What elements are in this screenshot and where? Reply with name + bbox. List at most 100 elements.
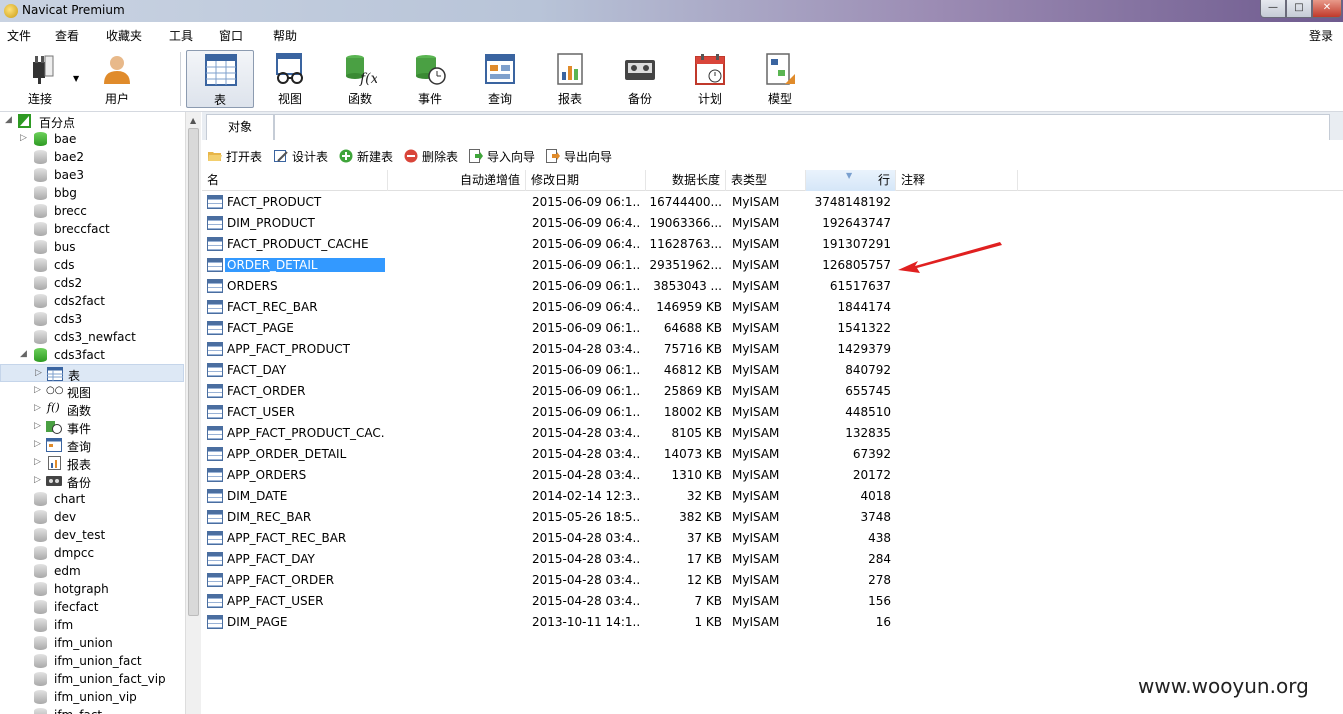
- tree-root-connection[interactable]: ◢ 百分点: [0, 112, 184, 130]
- tree-db-item[interactable]: ifm: [0, 616, 184, 634]
- menu-file[interactable]: 文件: [7, 27, 31, 44]
- expand-triangle-icon[interactable]: ▷: [34, 385, 41, 395]
- view-toolbar-button[interactable]: 视图: [256, 50, 324, 108]
- table-row[interactable]: APP_FACT_REC_BAR 2015-04-28 03:4... 37 KB M…: [202, 528, 1102, 549]
- expand-triangle-icon[interactable]: ▷: [34, 475, 41, 485]
- model-toolbar-button[interactable]: 模型: [746, 50, 814, 108]
- tree-db-item[interactable]: dmpcc: [0, 544, 184, 562]
- table-row[interactable]: APP_FACT_PRODUCT 2015-04-28 03:4... 75716 …: [202, 339, 1102, 360]
- table-row[interactable]: APP_ORDERS 2015-04-28 03:4... 1310 KB MyISA…: [202, 465, 1102, 486]
- query-toolbar-button[interactable]: 查询: [466, 50, 534, 108]
- tree-db-item[interactable]: cds2: [0, 274, 184, 292]
- schedule-toolbar-button[interactable]: 计划: [676, 50, 744, 108]
- menu-view[interactable]: 查看: [55, 27, 79, 44]
- tree-db-item[interactable]: bae3: [0, 166, 184, 184]
- tree-db-item[interactable]: edm: [0, 562, 184, 580]
- column-header-data-length[interactable]: 数据长度: [646, 170, 726, 191]
- scroll-up-icon[interactable]: ▲: [190, 116, 196, 125]
- tree-item-views[interactable]: ▷ ○○ 视图: [0, 382, 184, 400]
- tree-item-tables[interactable]: ▷ 表: [0, 364, 184, 383]
- tree-db-item[interactable]: bbg: [0, 184, 184, 202]
- tree-item-reports[interactable]: ▷ 报表: [0, 454, 184, 472]
- tree-db-item[interactable]: bae ▷: [0, 130, 184, 148]
- table-row[interactable]: FACT_REC_BAR 2015-06-09 06:4... 146959 KB M…: [202, 297, 1102, 318]
- expand-triangle-icon[interactable]: ▷: [34, 457, 41, 467]
- event-toolbar-button[interactable]: 事件: [396, 50, 464, 108]
- user-button[interactable]: 用户: [83, 50, 151, 108]
- table-row[interactable]: FACT_USER 2015-06-09 06:1... 18002 KB MyISA…: [202, 402, 1102, 423]
- column-header-name[interactable]: 名: [202, 170, 388, 191]
- column-header-table-type[interactable]: 表类型: [726, 170, 806, 191]
- expand-triangle-icon[interactable]: ▷: [20, 133, 27, 143]
- tree-db-item[interactable]: cds3: [0, 310, 184, 328]
- tree-db-item[interactable]: breccfact: [0, 220, 184, 238]
- connect-button[interactable]: 连接: [6, 50, 74, 108]
- table-row[interactable]: APP_FACT_ORDER 2015-04-28 03:4... 12 KB MyI…: [202, 570, 1102, 591]
- column-header-auto-increment[interactable]: 自动递增值: [388, 170, 526, 191]
- tree-db-item[interactable]: ifecfact: [0, 598, 184, 616]
- table-row[interactable]: FACT_ORDER 2015-06-09 06:1... 25869 KB MyIS…: [202, 381, 1102, 402]
- table-row[interactable]: DIM_REC_BAR 2015-05-26 18:5... 382 KB MyISA…: [202, 507, 1102, 528]
- menu-help[interactable]: 帮助: [273, 27, 297, 44]
- tree-db-cds3fact[interactable]: ◢ cds3fact: [0, 346, 184, 364]
- tree-db-item[interactable]: bae2: [0, 148, 184, 166]
- connection-tree[interactable]: ◢ 百分点 ◢ cds3fact ▷ 表 ▷ ○○ 视图 ▷ f() 函数 ▷ …: [0, 112, 186, 714]
- tree-item-backups[interactable]: ▷ 备份: [0, 472, 184, 490]
- column-header-rows[interactable]: ▼ 行: [806, 170, 896, 191]
- tree-db-item[interactable]: ifm_union: [0, 634, 184, 652]
- maximize-button[interactable]: □: [1286, 0, 1312, 18]
- tree-db-item[interactable]: brecc: [0, 202, 184, 220]
- table-row[interactable]: APP_ORDER_DETAIL 2015-04-28 03:4... 14073 …: [202, 444, 1102, 465]
- tree-item-functions[interactable]: ▷ f() 函数: [0, 400, 184, 418]
- table-toolbar-button[interactable]: 表: [186, 50, 254, 108]
- tree-db-item[interactable]: chart: [0, 490, 184, 508]
- table-row[interactable]: FACT_PAGE 2015-06-09 06:1... 64688 KB MyISA…: [202, 318, 1102, 339]
- column-header-modified-date[interactable]: 修改日期: [526, 170, 646, 191]
- table-row[interactable]: DIM_PAGE 2013-10-11 14:1... 1 KB MyISAM 16: [202, 612, 1102, 633]
- tree-db-item[interactable]: hotgraph: [0, 580, 184, 598]
- tree-db-item[interactable]: cds3_newfact: [0, 328, 184, 346]
- table-row[interactable]: APP_FACT_USER 2015-04-28 03:4... 7 KB MyISA…: [202, 591, 1102, 612]
- menu-window[interactable]: 窗口: [219, 27, 243, 44]
- table-grid[interactable]: FACT_PRODUCT 2015-06-09 06:1... 16744400..…: [202, 192, 1343, 714]
- table-row[interactable]: DIM_DATE 2014-02-14 12:3... 32 KB MyISAM 401…: [202, 486, 1102, 507]
- table-row[interactable]: APP_FACT_PRODUCT_CAC... 2015-04-28 03:4..…: [202, 423, 1102, 444]
- collapse-triangle-icon[interactable]: ◢: [20, 349, 27, 359]
- tree-db-item[interactable]: ifm_union_vip: [0, 688, 184, 706]
- table-row[interactable]: DIM_PRODUCT 2015-06-09 06:4... 19063366...…: [202, 213, 1102, 234]
- table-row[interactable]: FACT_PRODUCT 2015-06-09 06:1... 16744400..…: [202, 192, 1102, 213]
- expand-triangle-icon[interactable]: ▷: [34, 403, 41, 413]
- tree-db-item[interactable]: dev_test: [0, 526, 184, 544]
- tree-db-label: cds3: [54, 312, 83, 326]
- tree-db-item[interactable]: ifm_union_fact: [0, 652, 184, 670]
- tab-objects[interactable]: 对象: [206, 114, 274, 140]
- database-icon: [34, 150, 47, 164]
- tree-db-item[interactable]: bus: [0, 238, 184, 256]
- column-header-comment[interactable]: 注释: [896, 170, 1018, 191]
- menu-favorites[interactable]: 收藏夹: [106, 27, 142, 44]
- function-toolbar-button[interactable]: f(x) 函数: [326, 50, 394, 108]
- connect-dropdown-icon[interactable]: ▼: [73, 74, 79, 83]
- tree-db-item[interactable]: ifm_union_fact_vip: [0, 670, 184, 688]
- login-link[interactable]: 登录: [1309, 27, 1333, 44]
- table-row[interactable]: APP_FACT_DAY 2015-04-28 03:4... 17 KB MyISA…: [202, 549, 1102, 570]
- minimize-button[interactable]: —: [1260, 0, 1286, 18]
- collapse-triangle-icon[interactable]: ◢: [5, 115, 12, 125]
- tree-scrollbar[interactable]: ▲: [185, 112, 201, 714]
- table-row[interactable]: ORDERS 2015-06-09 06:1... 3853043 ... MyISA…: [202, 276, 1102, 297]
- expand-triangle-icon[interactable]: ▷: [34, 439, 41, 449]
- tree-db-item[interactable]: cds: [0, 256, 184, 274]
- tree-db-item[interactable]: dev: [0, 508, 184, 526]
- tree-db-item[interactable]: ifm_fact: [0, 706, 184, 714]
- expand-triangle-icon[interactable]: ▷: [35, 368, 42, 378]
- tree-item-events[interactable]: ▷ 事件: [0, 418, 184, 436]
- scrollbar-thumb[interactable]: [188, 128, 199, 616]
- backup-toolbar-button[interactable]: 备份: [606, 50, 674, 108]
- report-toolbar-button[interactable]: 报表: [536, 50, 604, 108]
- table-row[interactable]: FACT_DAY 2015-06-09 06:1... 46812 KB MyISAM…: [202, 360, 1102, 381]
- menu-tools[interactable]: 工具: [169, 27, 193, 44]
- tree-db-item[interactable]: cds2fact: [0, 292, 184, 310]
- expand-triangle-icon[interactable]: ▷: [34, 421, 41, 431]
- close-button[interactable]: ✕: [1312, 0, 1342, 18]
- tree-item-queries[interactable]: ▷ 查询: [0, 436, 184, 454]
